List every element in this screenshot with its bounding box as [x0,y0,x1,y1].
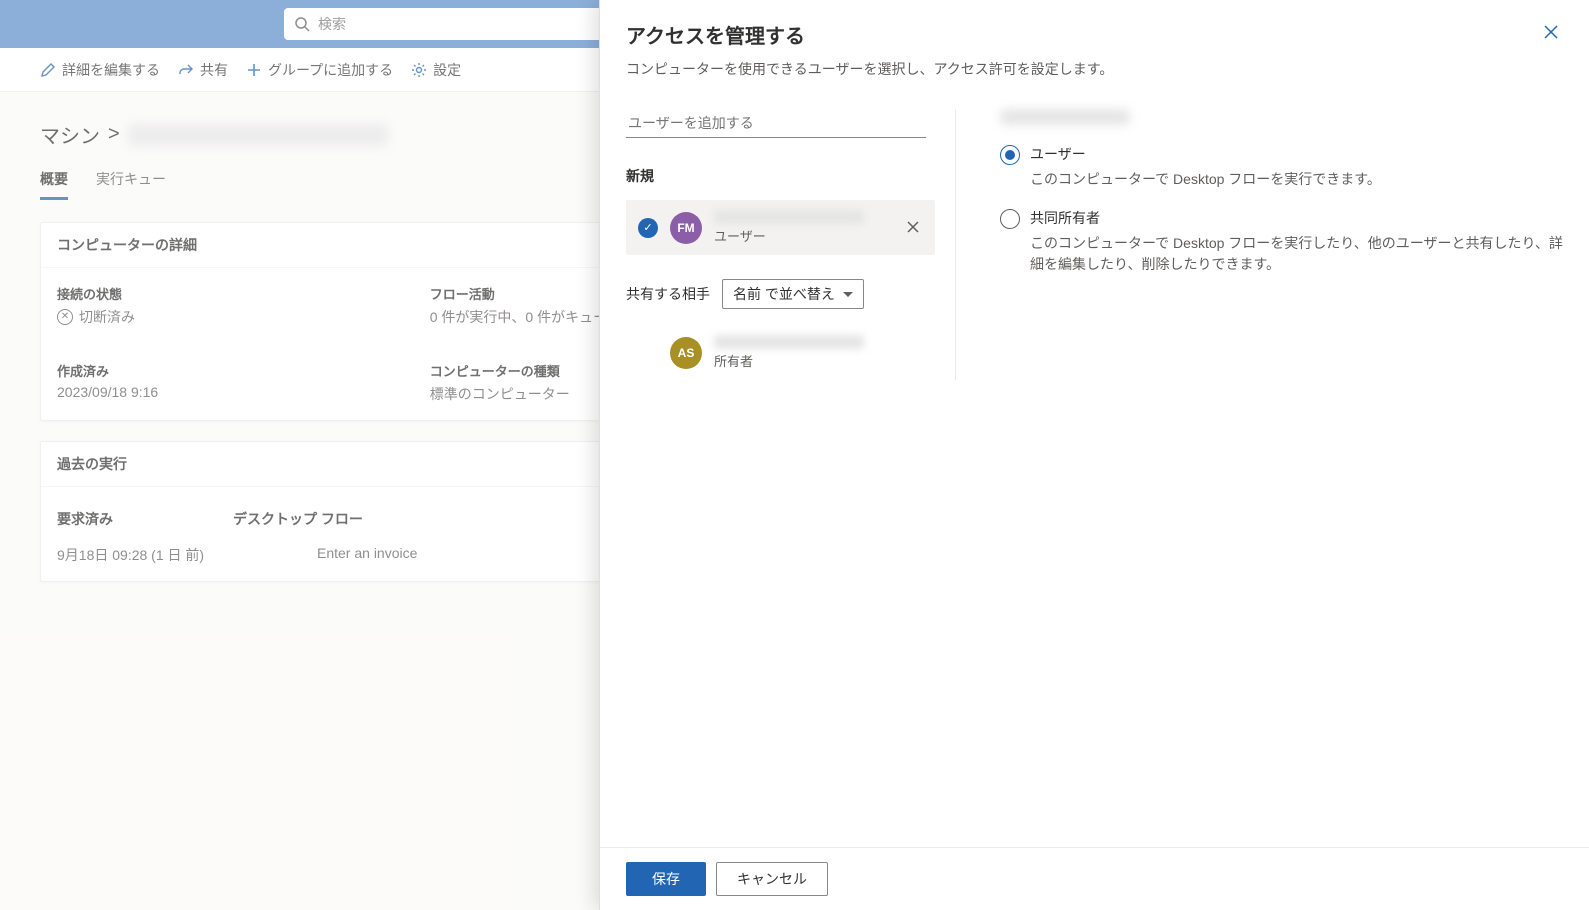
permission-coowner-desc: このコンピューターで Desktop フローを実行したり、他のユーザーと共有した… [1030,233,1563,275]
share-with-label: 共有する相手 [626,284,710,304]
selected-user-name-redacted [1000,109,1130,125]
panel-left-column: 新規 ✓ FM ユーザー 共有する相手 名前 で並べ替え [626,109,956,380]
remove-user-button[interactable] [903,216,923,240]
existing-user-role: 所有者 [714,351,923,370]
new-user-row[interactable]: ✓ FM ユーザー [626,200,935,255]
manage-access-panel: アクセスを管理する コンピューターを使用できるユーザーを選択し、アクセス許可を設… [599,0,1589,910]
permission-user-radio[interactable]: ユーザー [1000,144,1563,165]
panel-title: アクセスを管理する [626,20,805,49]
add-user-input[interactable] [626,109,926,138]
permission-coowner-radio[interactable]: 共同所有者 [1000,208,1563,229]
close-icon [1543,24,1559,40]
user-name-redacted [714,210,864,224]
existing-user-name-redacted [714,335,864,349]
panel-right-column: ユーザー このコンピューターで Desktop フローを実行できます。 共同所有… [996,109,1563,380]
user-avatar-as: AS [670,337,702,369]
sort-select[interactable]: 名前 で並べ替え [722,279,864,309]
panel-subtitle: コンピューターを使用できるユーザーを選択し、アクセス許可を設定します。 [626,59,1563,79]
new-section-label: 新規 [626,166,935,186]
x-icon [907,221,919,233]
cancel-button[interactable]: キャンセル [716,862,828,896]
check-icon: ✓ [638,218,658,238]
permission-user-desc: このコンピューターで Desktop フローを実行できます。 [1030,169,1563,190]
close-button[interactable] [1539,20,1563,48]
sort-select-value: 名前 で並べ替え [733,284,835,304]
panel-footer: 保存 キャンセル [600,847,1589,910]
existing-user-row[interactable]: AS 所有者 [626,325,935,380]
save-button[interactable]: 保存 [626,862,706,896]
permission-user-label: ユーザー [1030,144,1086,164]
radio-checked-icon [1000,145,1020,165]
radio-unchecked-icon [1000,209,1020,229]
user-role: ユーザー [714,226,891,245]
user-avatar-fm: FM [670,212,702,244]
permission-coowner-label: 共同所有者 [1030,208,1100,228]
